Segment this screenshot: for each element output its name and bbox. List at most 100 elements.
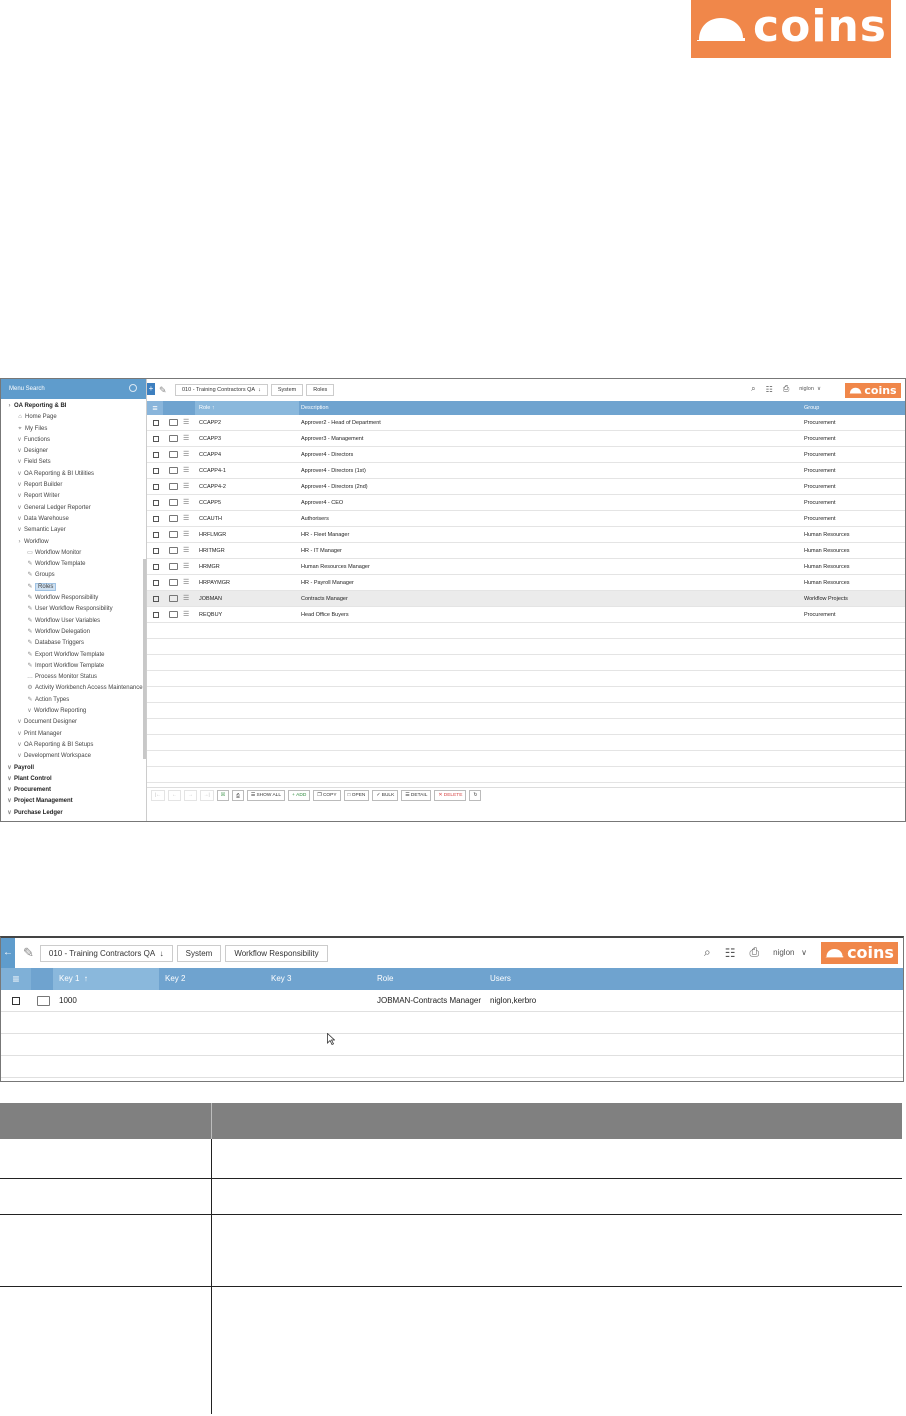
table-row[interactable]: ☰ CCAPP2 Approver2 - Head of Department Pro… [147,415,905,431]
search-icon[interactable] [129,384,137,392]
row-checkbox[interactable] [153,564,159,570]
apps-grid-icon[interactable]: ☷ [766,385,773,394]
menu-item[interactable]: ✎ Workflow Template [1,559,143,570]
row-checkbox[interactable] [12,997,20,1005]
copy-button[interactable]: ❐ COPY [313,790,341,801]
row-checkbox[interactable] [153,580,159,586]
column-key3[interactable]: Key 3 [271,968,291,990]
prev-page-button[interactable]: ← [168,790,181,801]
detail-lines-icon[interactable]: ☰ [183,463,189,479]
column-description[interactable]: Description [301,401,329,415]
folder-icon[interactable] [169,435,178,442]
table-row[interactable]: ☰ CCAPP5 Approver4 - CEO Procurement [147,495,905,511]
detail-lines-icon[interactable]: ☰ [183,575,189,591]
search-icon[interactable]: ⌕ [704,945,711,960]
folder-icon[interactable] [169,467,178,474]
column-role[interactable]: Role ↑ [199,401,215,415]
menu-item[interactable]: ∨ Plant Control [1,774,143,785]
menu-item[interactable]: ✎ Roles [1,582,143,593]
user-menu[interactable]: niglon ∨ [799,386,821,392]
menu-search[interactable]: Menu Search [1,379,146,399]
column-group[interactable]: Group [804,401,819,415]
menu-item[interactable]: ∨ Report Writer [1,491,143,502]
excel-export-button[interactable]: ☒ [216,790,229,801]
apps-grid-icon[interactable]: ☷ [725,946,736,960]
breadcrumb-roles[interactable]: Roles [306,384,335,396]
menu-item[interactable]: ✎ Workflow Delegation [1,627,143,638]
menu-item[interactable]: ∨ OA Reporting & BI Utilities [1,469,143,480]
delete-button[interactable]: ✕ DELETE [434,790,467,801]
column-key2[interactable]: Key 2 [165,968,185,990]
menu-item[interactable]: › OA Reporting & BI [1,401,143,412]
table-row[interactable]: ☰ HRPAYMGR HR - Payroll Manager Human Resou… [147,575,905,591]
bulk-button[interactable]: ✓ BULK [372,790,399,801]
menu-item[interactable]: ⌂ Home Page [1,412,143,423]
detail-lines-icon[interactable]: ☰ [183,447,189,463]
breadcrumb-system[interactable]: System [270,384,304,396]
folder-icon[interactable] [169,499,178,506]
menu-item[interactable]: ✎ Export Workflow Template [1,650,143,661]
add-button[interactable]: + ADD [288,790,311,801]
column-role[interactable]: Role [377,968,393,990]
detail-lines-icon[interactable]: ☰ [183,495,189,511]
detail-lines-icon[interactable]: ☰ [183,543,189,559]
table-row[interactable]: ☰ CCAPP4 Approver4 - Directors Procurement [147,447,905,463]
user-menu[interactable]: niglon ∨ [773,948,807,957]
print-icon[interactable]: ⎙ [783,384,789,394]
menu-item[interactable]: ∨ General Ledger Reporter [1,503,143,514]
menu-item[interactable]: ✎ Workflow Responsibility [1,593,143,604]
search-icon[interactable]: ⌕ [751,384,755,394]
menu-item[interactable]: ✎ Import Workflow Template [1,661,143,672]
folder-icon[interactable] [169,563,178,570]
menu-item[interactable]: ▭ Workflow Monitor [1,548,143,559]
sidebar-scrollbar[interactable] [143,559,146,759]
detail-lines-icon[interactable]: ☰ [183,511,189,527]
folder-icon[interactable] [169,515,178,522]
folder-icon[interactable] [37,996,50,1006]
detail-lines-icon[interactable]: ☰ [183,607,189,623]
menu-item[interactable]: ∨ Purchase Ledger [1,808,143,819]
breadcrumb-company[interactable]: 010 - Training Contractors QA ↓ [175,384,268,396]
row-checkbox[interactable] [153,612,159,618]
back-arrow-icon[interactable]: ← [1,938,15,968]
row-checkbox[interactable] [153,516,159,522]
table-row[interactable]: ☰ HRMGR Human Resources Manager Human Resou… [147,559,905,575]
refresh-button[interactable]: ↻ [469,790,482,801]
menu-item[interactable]: ∨ Designer [1,446,143,457]
last-page-button[interactable]: →| [199,790,214,801]
column-users[interactable]: Users [490,968,511,990]
menu-item[interactable]: ∨ Document Designer [1,717,143,728]
folder-icon[interactable] [169,531,178,538]
detail-lines-icon[interactable]: ☰ [183,431,189,447]
menu-item[interactable]: ∨ Payroll [1,763,143,774]
show-all-button[interactable]: ☰ SHOW ALL [246,790,286,801]
menu-item[interactable]: ∨ Functions [1,435,143,446]
folder-icon[interactable] [169,419,178,426]
menu-item[interactable]: ✎ Groups [1,570,143,581]
detail-lines-icon[interactable]: ☰ [183,479,189,495]
print-button[interactable]: ⎙ [232,790,244,801]
row-checkbox[interactable] [153,468,159,474]
column-key1[interactable]: Key 1 ↑ [59,968,88,990]
menu-item[interactable]: ∨ Project Management [1,796,143,807]
table-row[interactable]: ☰ CCAPP3 Approver3 - Management Procurement [147,431,905,447]
menu-item[interactable]: ⌖ My Files [1,424,143,435]
row-checkbox[interactable] [153,500,159,506]
breadcrumb-company[interactable]: 010 - Training Contractors QA ↓ [39,944,173,962]
wrench-icon[interactable]: ✎ [23,945,34,961]
table-row[interactable]: ☰ HRITMGR HR - IT Manager Human Resources [147,543,905,559]
menu-item[interactable]: ✎ Database Triggers [1,638,143,649]
menu-item[interactable]: ⚙ Activity Workbench Access Maintenance [1,683,143,694]
row-checkbox[interactable] [153,548,159,554]
detail-lines-icon[interactable]: ☰ [183,527,189,543]
menu-item[interactable]: ∨ Workflow Reporting [1,706,143,717]
row-checkbox[interactable] [153,532,159,538]
breadcrumb-workflow-responsibility[interactable]: Workflow Responsibility [225,944,328,962]
menu-item[interactable]: ∨ Semantic Layer [1,525,143,536]
breadcrumb-system[interactable]: System [176,944,222,962]
table-row[interactable]: ☰ CCAPP4-1 Approver4 - Directors (1st) Proc… [147,463,905,479]
next-page-button[interactable]: → [183,790,197,801]
menu-item[interactable]: › Workflow [1,537,143,548]
detail-lines-icon[interactable]: ☰ [183,591,189,607]
table-row[interactable]: ☰ JOBMAN Contracts Manager Workflow Project… [147,591,905,607]
